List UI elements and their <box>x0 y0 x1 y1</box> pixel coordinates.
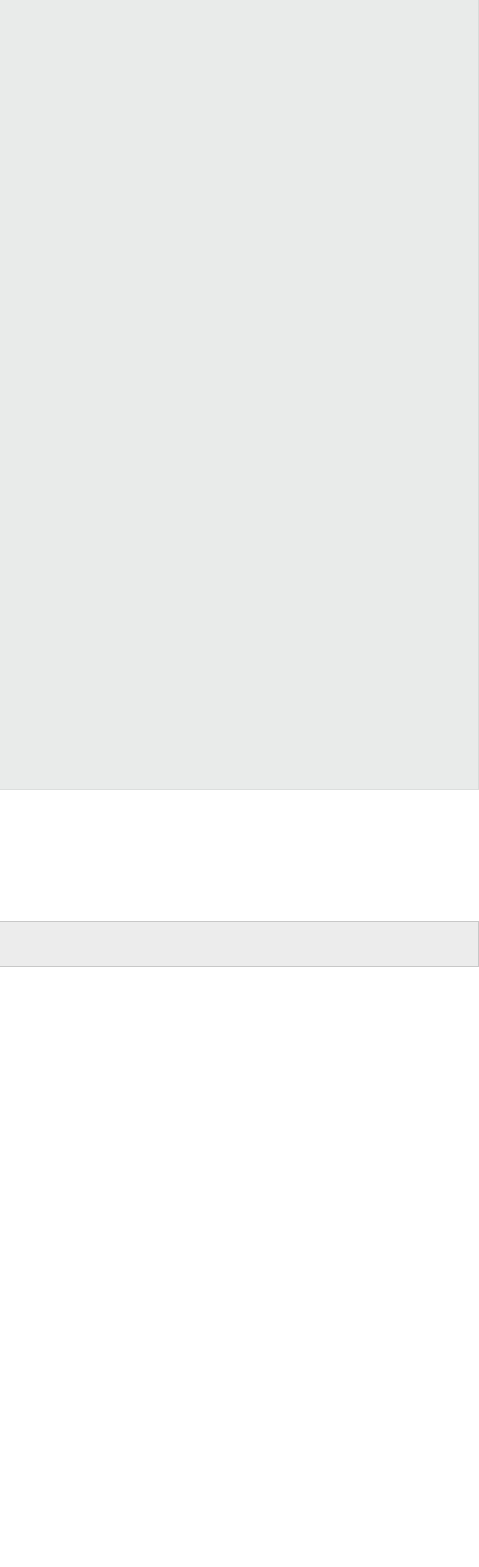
lower-content-area <box>0 967 479 1567</box>
blank-section <box>0 790 479 921</box>
page <box>0 0 479 1567</box>
hero-image-placeholder <box>0 0 479 790</box>
gray-bar-strip <box>0 921 479 967</box>
